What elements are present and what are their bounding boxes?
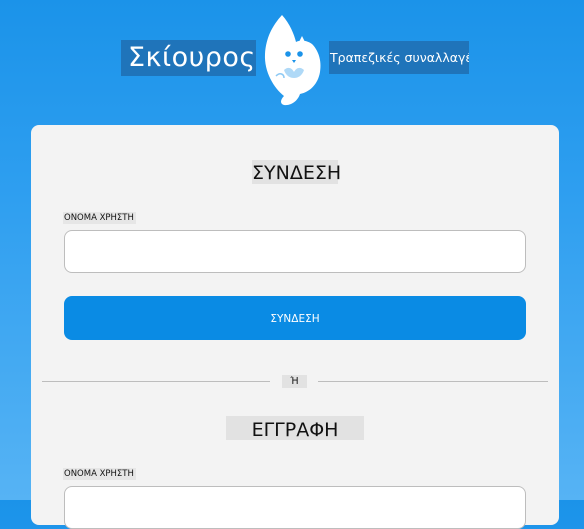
divider-text: Ή — [282, 375, 307, 388]
login-title: ΣΥΝΔΕΣΗ — [252, 160, 342, 184]
login-username-label: ΟΝΟΜΑ ΧΡΗΣΤΗ — [63, 212, 136, 224]
register-username-label: ΟΝΟΜΑ ΧΡΗΣΤΗ — [63, 468, 136, 480]
divider-line-left — [42, 381, 270, 382]
divider-line-right — [318, 381, 548, 382]
brand-name: Σκίουρος — [121, 40, 256, 76]
login-button-label: ΣΥΝΔΕΣΗ — [270, 313, 320, 325]
login-username-input[interactable] — [64, 230, 526, 273]
register-username-input[interactable] — [64, 486, 526, 529]
squirrel-logo-icon — [264, 15, 321, 106]
login-button[interactable]: ΣΥΝΔΕΣΗ — [64, 296, 526, 340]
auth-card: ΣΥΝΔΕΣΗ ΟΝΟΜΑ ΧΡΗΣΤΗ ΣΥΝΔΕΣΗ Ή ΕΓΓΡΑΦΗ Ο… — [31, 125, 559, 529]
brand-tagline: Τραπεζικές συναλλαγές — [329, 41, 469, 74]
register-title: ΕΓΓΡΑΦΗ — [226, 416, 364, 441]
